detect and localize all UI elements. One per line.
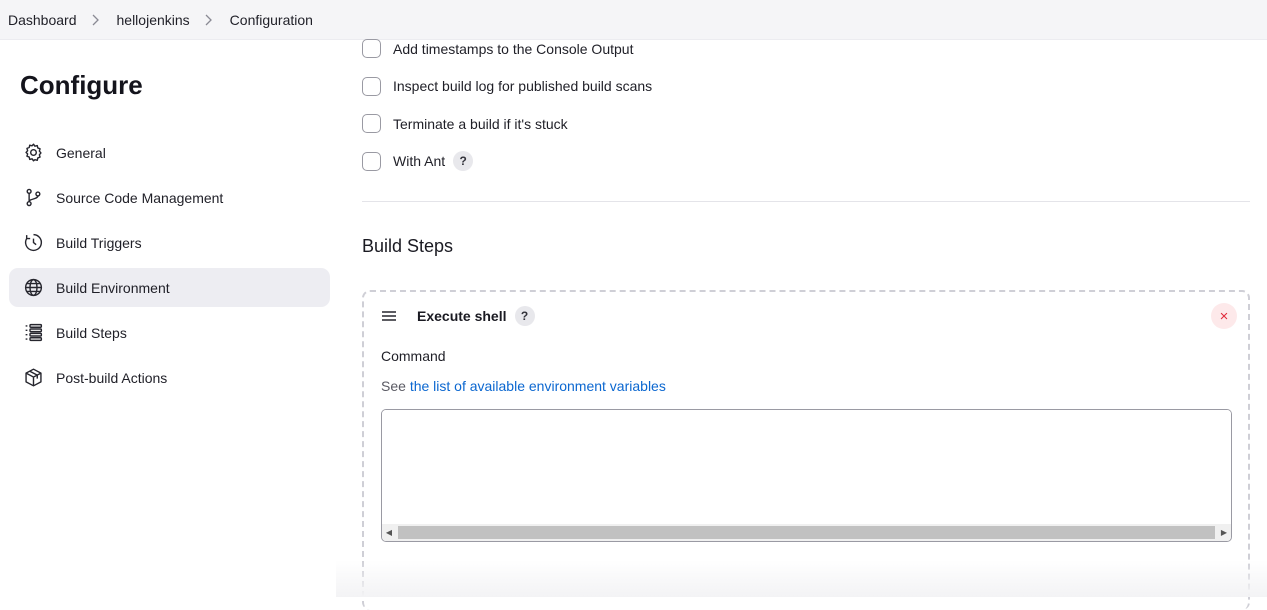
option-terminate-stuck: Terminate a build if it's stuck (362, 105, 1250, 143)
help-icon[interactable]: ? (514, 306, 535, 326)
section-divider (362, 201, 1250, 202)
sidebar-item-build-triggers[interactable]: Build Triggers (9, 223, 330, 262)
scroll-thumb[interactable] (398, 526, 1215, 539)
help-icon[interactable]: ? (453, 151, 474, 172)
build-environment-options: Add timestamps to the Console Output Ins… (362, 30, 1250, 180)
scroll-right-icon[interactable]: ▶ (1217, 524, 1231, 541)
see-prefix: See (381, 378, 406, 394)
command-textarea-frame: ◀ ▶ (381, 409, 1232, 542)
with-ant-checkbox[interactable] (362, 151, 381, 171)
step-header: Execute shell ? (381, 306, 535, 326)
sidebar-item-label: Post-build Actions (56, 369, 168, 386)
option-label: Terminate a build if it's stuck (393, 115, 568, 132)
env-vars-link[interactable]: the list of available environment variab… (410, 378, 666, 394)
chevron-right-icon (204, 14, 214, 25)
sidebar-item-build-environment[interactable]: Build Environment (9, 268, 330, 307)
command-textarea[interactable] (382, 410, 1231, 523)
step-title: Execute shell (417, 308, 507, 324)
drag-handle-icon[interactable] (381, 309, 399, 323)
gear-icon (22, 142, 44, 164)
delete-step-button[interactable]: × (1211, 303, 1237, 329)
breadcrumb-job[interactable]: hellojenkins (117, 12, 190, 28)
sidebar-item-label: General (56, 144, 106, 161)
sidebar-item-label: Build Environment (56, 279, 170, 296)
env-vars-hint: See the list of available environment va… (381, 378, 666, 394)
chevron-right-icon (91, 14, 101, 25)
option-label: Inspect build log for published build sc… (393, 78, 653, 95)
close-icon: × (1219, 307, 1229, 325)
git-branch-icon (22, 187, 44, 209)
option-inspect-build-log: Inspect build log for published build sc… (362, 68, 1250, 106)
option-with-ant: With Ant ? (362, 143, 1250, 181)
horizontal-scrollbar[interactable]: ◀ ▶ (382, 524, 1231, 541)
page-title: Configure (20, 70, 143, 100)
breadcrumb-dashboard[interactable]: Dashboard (8, 12, 77, 28)
command-label: Command (381, 348, 446, 364)
clock-icon (22, 232, 44, 254)
sidebar-item-label: Source Code Management (56, 189, 224, 206)
sidebar-item-general[interactable]: General (9, 133, 330, 172)
inspect-build-log-checkbox[interactable] (362, 76, 381, 96)
list-icon (22, 322, 44, 344)
terminate-stuck-checkbox[interactable] (362, 114, 381, 134)
sidebar-nav: General Source Code Management Build Tri… (9, 133, 330, 403)
bottom-fade (336, 560, 1267, 597)
sidebar-item-build-steps[interactable]: Build Steps (9, 313, 330, 352)
timestamps-checkbox[interactable] (362, 39, 381, 59)
breadcrumb-configuration[interactable]: Configuration (230, 12, 313, 28)
sidebar-item-label: Build Triggers (56, 234, 142, 251)
package-icon (22, 367, 44, 389)
option-timestamps: Add timestamps to the Console Output (362, 30, 1250, 68)
sidebar-item-label: Build Steps (56, 324, 127, 341)
globe-icon (22, 277, 44, 299)
build-steps-heading: Build Steps (362, 236, 454, 256)
sidebar-item-post-build-actions[interactable]: Post-build Actions (9, 358, 330, 397)
option-label: Add timestamps to the Console Output (393, 40, 634, 57)
option-label: With Ant (393, 153, 446, 170)
scroll-left-icon[interactable]: ◀ (382, 524, 396, 541)
sidebar-item-source-code-management[interactable]: Source Code Management (9, 178, 330, 217)
